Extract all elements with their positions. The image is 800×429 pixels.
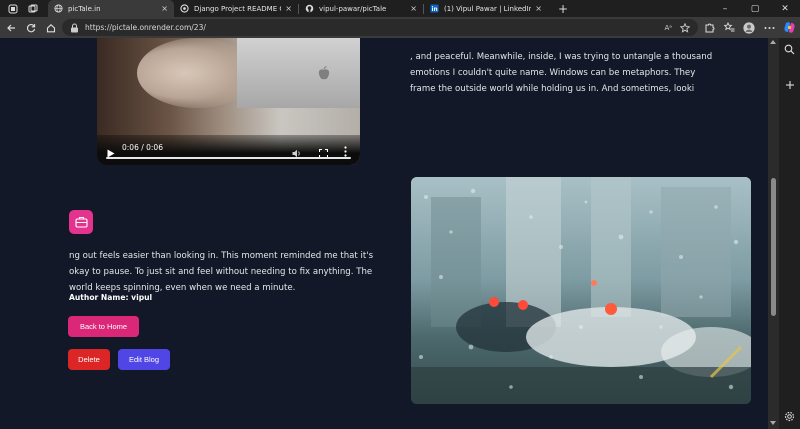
home-icon[interactable] — [42, 19, 60, 37]
lock-icon[interactable] — [70, 23, 80, 33]
delete-button[interactable]: Delete — [68, 349, 110, 370]
profile-avatar-icon[interactable] — [742, 21, 756, 35]
apple-logo-icon — [318, 66, 330, 80]
minimize-button[interactable]: – — [710, 4, 740, 14]
linkedin-icon: in — [430, 4, 439, 13]
favorites-icon[interactable] — [722, 21, 736, 35]
tab-actions-icon[interactable] — [26, 2, 40, 16]
back-arrow-icon[interactable] — [2, 19, 20, 37]
svg-text:in: in — [431, 7, 437, 13]
fullscreen-icon[interactable] — [318, 143, 329, 162]
scrollbar-thumb[interactable] — [771, 178, 776, 316]
author-name: Author Name: vipul — [69, 293, 153, 302]
close-tab-icon[interactable]: × — [285, 4, 292, 13]
extensions-icon[interactable] — [702, 21, 716, 35]
scroll-down-arrow-icon[interactable] — [770, 421, 776, 425]
tab-label: (1) Vipul Pawar | LinkedIn — [444, 4, 532, 13]
chatgpt-icon — [180, 4, 189, 13]
browser-toolbar: https://pictale.onrender.com/23/ Aᵃ — [0, 17, 800, 38]
tab-github[interactable]: vipul-pawar/picTale × — [299, 0, 423, 17]
tab-label: vipul-pawar/picTale — [319, 4, 387, 13]
close-tab-icon[interactable]: × — [535, 4, 542, 13]
tab-label: Django Project README Creation — [194, 4, 281, 13]
more-menu-icon[interactable] — [762, 21, 776, 35]
video-progress-bar[interactable] — [106, 157, 351, 159]
refresh-icon[interactable] — [22, 19, 40, 37]
scroll-up-arrow-icon[interactable] — [770, 40, 776, 44]
close-window-button[interactable]: ✕ — [770, 4, 800, 14]
story-video-player[interactable]: 0:06 / 0:06 — [97, 38, 360, 165]
back-to-home-button[interactable]: Back to Home — [68, 316, 139, 337]
story-text-lower: ng out feels easier than looking in. Thi… — [69, 248, 374, 296]
settings-gear-icon[interactable] — [783, 410, 796, 423]
story-line: ng out feels easier than looking in. Thi… — [69, 251, 374, 261]
story-text-upper: , and peaceful. Meanwhile, inside, I was… — [410, 49, 713, 97]
globe-icon — [54, 4, 63, 13]
window-controls: – ▢ ✕ — [710, 0, 800, 17]
tab-django-readme[interactable]: Django Project README Creation × — [174, 0, 298, 17]
story-line: , and peaceful. Meanwhile, inside, I was… — [410, 52, 713, 62]
search-icon[interactable] — [783, 43, 796, 56]
address-bar[interactable]: https://pictale.onrender.com/23/ Aᵃ — [62, 19, 698, 36]
page-viewport[interactable]: 0:06 / 0:06 , and peaceful. Meanwhile, i… — [0, 38, 768, 429]
copilot-icon[interactable] — [782, 21, 796, 35]
rain-scene-illustration — [411, 177, 751, 404]
maximize-button[interactable]: ▢ — [740, 4, 770, 14]
new-tab-button[interactable]: + — [556, 2, 570, 16]
volume-icon[interactable] — [292, 143, 302, 162]
favorite-star-icon[interactable] — [680, 22, 690, 33]
github-icon — [305, 4, 314, 13]
tab-linkedin[interactable]: in (1) Vipul Pawar | LinkedIn × — [424, 0, 548, 17]
story-line: emotions I couldn't quite name. Windows … — [410, 68, 696, 78]
edit-blog-button[interactable]: Edit Blog — [118, 349, 170, 370]
workspaces-icon[interactable] — [6, 2, 20, 16]
browser-window: picTale.in × Django Project README Creat… — [0, 0, 800, 429]
story-line: okay to pause. To just sit and feel with… — [69, 267, 373, 277]
tab-label: picTale.in — [68, 4, 101, 13]
tab-strip: picTale.in × Django Project README Creat… — [0, 0, 800, 17]
tab-pictale[interactable]: picTale.in × — [48, 0, 174, 17]
url-text[interactable]: https://pictale.onrender.com/23/ — [85, 23, 664, 32]
video-controls: 0:06 / 0:06 — [97, 135, 360, 165]
toolbar-right — [702, 19, 796, 36]
video-time: 0:06 / 0:06 — [122, 143, 163, 152]
close-tab-icon[interactable]: × — [161, 4, 168, 13]
edge-sidebar — [779, 38, 800, 429]
read-aloud-button[interactable]: Aᵃ — [664, 24, 672, 32]
add-sidebar-app-icon[interactable] — [783, 78, 796, 91]
close-tab-icon[interactable]: × — [410, 4, 417, 13]
play-icon[interactable] — [107, 143, 115, 162]
story-line: frame the outside world while holding us… — [410, 84, 695, 94]
video-frame-laptop — [237, 38, 360, 108]
rainy-window-image — [411, 177, 751, 404]
briefcase-icon — [69, 210, 93, 234]
page-scrollbar[interactable] — [768, 38, 779, 429]
